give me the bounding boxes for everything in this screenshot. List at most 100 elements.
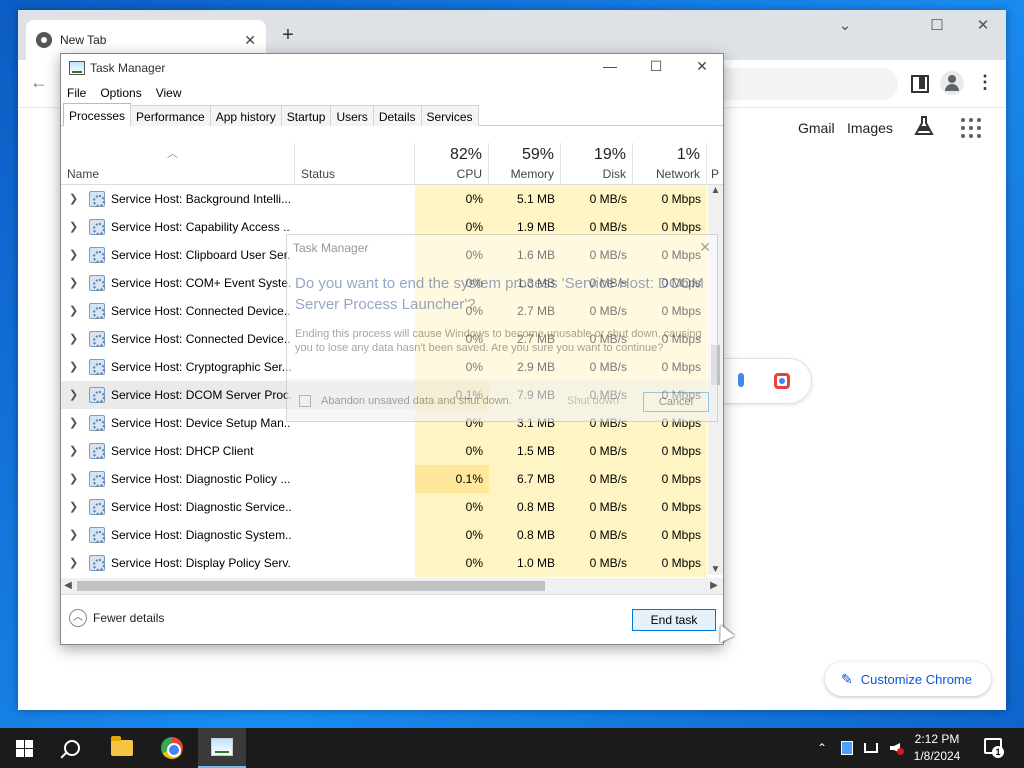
tab-services[interactable]: Services <box>420 105 479 126</box>
task-manager-tabs: Processes Performance App history Startu… <box>61 103 723 126</box>
dialog-main-instruction: Do you want to end the system process 'S… <box>295 275 704 313</box>
table-row[interactable]: ❯ Service Host: Diagnostic Service... 0% 0.… <box>61 493 707 521</box>
profile-avatar-icon[interactable] <box>940 71 964 95</box>
address-bar[interactable] <box>708 68 898 100</box>
column-header-memory[interactable]: 59% Memory <box>489 143 561 185</box>
expand-chevron-icon[interactable]: ❯ <box>69 437 78 465</box>
dialog-close-icon[interactable]: ✕ <box>699 239 711 256</box>
network-icon[interactable] <box>860 728 882 768</box>
scroll-down-arrow-icon[interactable]: ▼ <box>708 564 723 575</box>
process-network: 0 Mbps <box>633 437 707 465</box>
action-center-button[interactable]: 1 <box>982 736 1006 760</box>
dialog-title: Task Manager <box>293 241 369 255</box>
service-host-gear-icon <box>89 191 105 207</box>
volume-muted-icon[interactable] <box>884 728 906 768</box>
dialog-body-text: Ending this process will cause Windows t… <box>295 328 702 354</box>
expand-chevron-icon[interactable]: ❯ <box>69 465 78 493</box>
gmail-link[interactable]: Gmail <box>798 120 835 136</box>
start-button[interactable] <box>0 728 48 768</box>
column-header-disk[interactable]: 19% Disk <box>561 143 633 185</box>
expand-chevron-icon[interactable]: ❯ <box>69 297 78 325</box>
new-tab-button[interactable]: + <box>276 24 300 47</box>
table-row[interactable]: ❯ Service Host: Background Intelli... 0% 5.… <box>61 185 707 213</box>
cancel-button[interactable]: Cancel <box>643 392 709 412</box>
service-host-gear-icon <box>89 471 105 487</box>
tab-app-history[interactable]: App history <box>209 105 282 126</box>
column-header-power[interactable]: P <box>707 143 723 185</box>
expand-chevron-icon[interactable]: ❯ <box>69 409 78 437</box>
shut-down-button[interactable]: Shut down <box>557 392 629 412</box>
end-task-button[interactable]: End task <box>632 609 716 631</box>
chrome-restore-button[interactable]: ☐ <box>922 16 952 34</box>
voice-search-icon[interactable] <box>738 373 744 387</box>
tab-search-chevron-icon[interactable]: ⌄ <box>830 16 860 34</box>
table-row[interactable]: ❯ Service Host: Diagnostic Policy ... 0.1%… <box>61 465 707 493</box>
images-link[interactable]: Images <box>847 120 893 136</box>
tm-maximize-button[interactable]: ☐ <box>641 58 671 75</box>
tm-close-button[interactable]: ✕ <box>687 58 717 75</box>
tm-minimize-button[interactable]: — <box>595 58 625 74</box>
google-apps-icon[interactable] <box>961 118 981 138</box>
expand-chevron-icon[interactable]: ❯ <box>69 493 78 521</box>
chrome-tab-title: New Tab <box>60 33 107 47</box>
service-host-gear-icon <box>89 387 105 403</box>
scroll-left-arrow-icon[interactable]: ◀ <box>61 578 75 594</box>
taskbar-chrome[interactable] <box>148 728 196 768</box>
process-cpu: 0% <box>415 521 489 549</box>
tray-app-icon[interactable] <box>838 728 856 768</box>
fewer-details-label: Fewer details <box>93 611 165 625</box>
labs-flask-icon[interactable] <box>912 114 936 138</box>
google-lens-icon[interactable] <box>774 373 790 389</box>
taskbar-clock[interactable]: 2:12 PM 1/8/2024 <box>904 731 970 765</box>
menu-view[interactable]: View <box>156 86 182 100</box>
menu-options[interactable]: Options <box>100 86 141 100</box>
tab-users[interactable]: Users <box>330 105 374 126</box>
expand-chevron-icon[interactable]: ❯ <box>69 381 78 409</box>
collapse-chevron-icon: ︿ <box>69 609 87 627</box>
process-name: Service Host: COM+ Event Syste... <box>111 276 291 290</box>
chrome-close-button[interactable]: ✕ <box>968 16 998 34</box>
taskbar-task-manager[interactable] <box>198 728 246 768</box>
scroll-right-arrow-icon[interactable]: ▶ <box>707 578 721 594</box>
column-header-name[interactable]: ︿ Name <box>61 143 295 185</box>
fewer-details-button[interactable]: ︿ Fewer details <box>69 609 164 627</box>
task-manager-titlebar[interactable]: Task Manager — ☐ ✕ <box>61 54 723 82</box>
expand-chevron-icon[interactable]: ❯ <box>69 521 78 549</box>
expand-chevron-icon[interactable]: ❯ <box>69 549 78 577</box>
horizontal-scroll-thumb[interactable] <box>77 581 545 591</box>
expand-chevron-icon[interactable]: ❯ <box>69 269 78 297</box>
scroll-up-arrow-icon[interactable]: ▲ <box>708 185 723 196</box>
customize-chrome-button[interactable]: ✎ Customize Chrome <box>825 662 991 696</box>
chrome-menu-icon[interactable]: ⋮ <box>974 72 996 94</box>
chrome-favicon-icon <box>36 32 52 48</box>
file-explorer-icon <box>111 736 133 756</box>
tab-startup[interactable]: Startup <box>280 105 332 126</box>
table-row[interactable]: ❯ Service Host: DHCP Client 0% 1.5 MB 0 MB/s… <box>61 437 707 465</box>
taskbar-file-explorer[interactable] <box>98 728 146 768</box>
column-header-status[interactable]: Status <box>295 143 415 185</box>
tab-details[interactable]: Details <box>372 105 422 126</box>
tab-processes[interactable]: Processes <box>63 103 132 126</box>
back-arrow-icon[interactable]: ← <box>30 72 48 93</box>
tab-performance[interactable]: Performance <box>130 105 211 126</box>
tab-close-icon[interactable]: ✕ <box>244 32 256 49</box>
column-header-cpu[interactable]: 82% CPU <box>415 143 489 185</box>
show-hidden-icons-chevron-icon[interactable]: ⌃ <box>812 728 832 768</box>
expand-chevron-icon[interactable]: ❯ <box>69 241 78 269</box>
horizontal-scrollbar[interactable]: ◀ ▶ <box>61 578 723 594</box>
expand-chevron-icon[interactable]: ❯ <box>69 353 78 381</box>
service-host-gear-icon <box>89 219 105 235</box>
abandon-data-checkbox[interactable] <box>299 395 311 407</box>
table-row[interactable]: ❯ Service Host: Display Policy Serv... 0% 1… <box>61 549 707 577</box>
google-search-box[interactable] <box>724 358 812 404</box>
process-network: 0 Mbps <box>633 185 707 213</box>
clock-date: 1/8/2024 <box>913 749 961 763</box>
side-panel-icon[interactable] <box>908 72 930 94</box>
taskbar-search-button[interactable] <box>48 728 96 768</box>
column-header-network[interactable]: 1% Network <box>633 143 707 185</box>
expand-chevron-icon[interactable]: ❯ <box>69 213 78 241</box>
table-row[interactable]: ❯ Service Host: Diagnostic System... 0% 0.8… <box>61 521 707 549</box>
expand-chevron-icon[interactable]: ❯ <box>69 185 78 213</box>
menu-file[interactable]: File <box>67 86 86 100</box>
expand-chevron-icon[interactable]: ❯ <box>69 325 78 353</box>
